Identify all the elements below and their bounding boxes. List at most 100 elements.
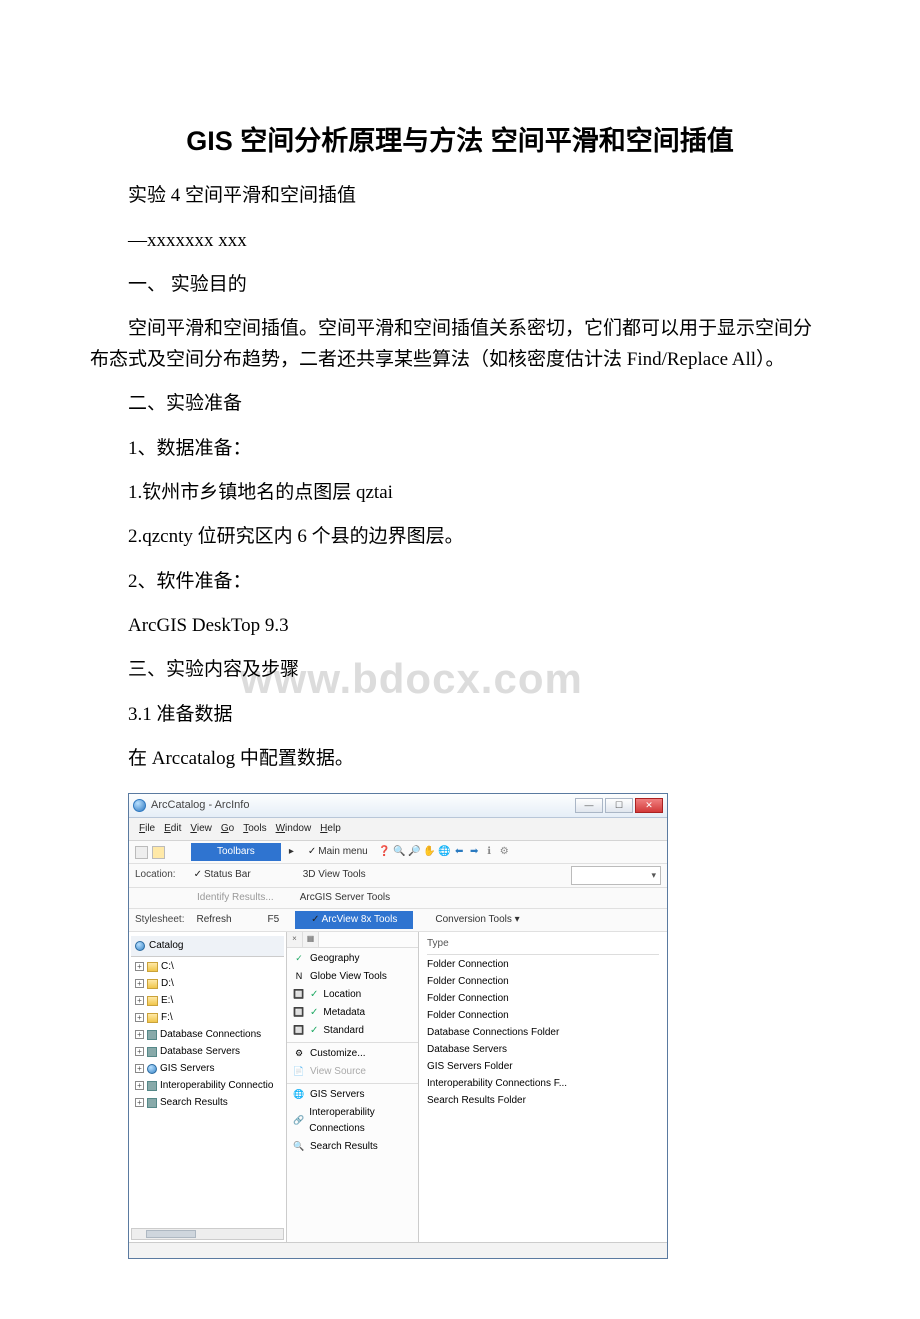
search-icon xyxy=(147,1098,157,1108)
menu-view[interactable]: View xyxy=(190,821,212,837)
menu-help[interactable]: Help xyxy=(320,821,341,837)
menu-bar[interactable]: File Edit View Go Tools Window Help xyxy=(129,818,667,841)
menu-item[interactable]: 🔲✓ Standard xyxy=(287,1022,418,1040)
arccatalog-window: ArcCatalog - ArcInfo — ☐ ✕ File Edit Vie… xyxy=(128,793,668,1259)
menu-go[interactable]: Go xyxy=(221,821,234,837)
list-item[interactable]: Database Servers xyxy=(427,1042,659,1058)
catalog-tree[interactable]: Catalog +C:\ +D:\ +E:\ +F:\ +Database Co… xyxy=(129,932,287,1242)
menu-edit[interactable]: Edit xyxy=(164,821,181,837)
minimize-button[interactable]: — xyxy=(575,798,603,813)
tree-item[interactable]: +E:\ xyxy=(135,993,284,1009)
status-bar xyxy=(129,1242,667,1258)
catalog-root[interactable]: Catalog xyxy=(149,938,183,954)
location-dropdown[interactable] xyxy=(571,866,661,884)
tree-item[interactable]: +C:\ xyxy=(135,959,284,975)
server-tools-item[interactable]: ArcGIS Server Tools xyxy=(300,890,390,906)
tree-item[interactable]: +Database Servers xyxy=(135,1044,284,1060)
column-header-type[interactable]: Type xyxy=(427,936,659,955)
list-item[interactable]: Interoperability Connections F... xyxy=(427,1076,659,1092)
list-item[interactable]: Database Connections Folder xyxy=(427,1025,659,1041)
paragraph: —xxxxxxx xxx xyxy=(90,226,830,256)
folder-icon xyxy=(147,979,158,989)
menu-window[interactable]: Window xyxy=(276,821,312,837)
tree-item[interactable]: +F:\ xyxy=(135,1010,284,1026)
menu-file[interactable]: File xyxy=(139,821,155,837)
tab-button[interactable]: ▦ xyxy=(303,932,319,947)
tree-item[interactable]: +Search Results xyxy=(135,1095,284,1111)
hand-icon[interactable]: ✋ xyxy=(423,846,436,859)
menu-item[interactable]: 🔲✓ Metadata xyxy=(287,1004,418,1022)
list-item[interactable]: Folder Connection xyxy=(427,974,659,990)
list-item[interactable]: Folder Connection xyxy=(427,1008,659,1024)
folder-icon xyxy=(147,1013,158,1023)
tree-item[interactable]: +GIS Servers xyxy=(135,1061,284,1077)
window-title: ArcCatalog - ArcInfo xyxy=(151,797,249,815)
toolbar-row: Toolbars ▸ Main menu ❓ 🔍 🔎 ✋ 🌐 ⬅ ➡ ℹ ⚙ xyxy=(129,841,667,864)
menu-item[interactable]: 🔍Search Results xyxy=(287,1138,418,1156)
globe-icon xyxy=(147,1064,157,1074)
horizontal-scrollbar[interactable] xyxy=(131,1228,284,1240)
back-icon[interactable]: ⬅ xyxy=(453,846,466,859)
maximize-button[interactable]: ☐ xyxy=(605,798,633,813)
menu-item[interactable]: NGlobe View Tools xyxy=(287,968,418,986)
globe-nav-icon[interactable]: 🌐 xyxy=(438,846,451,859)
conversion-tools-dropdown[interactable]: Conversion Tools ▾ xyxy=(435,912,519,928)
tree-item[interactable]: +D:\ xyxy=(135,976,284,992)
paragraph: 一、 实验目的 xyxy=(90,270,830,300)
paragraph: 实验 4 空间平滑和空间插值 xyxy=(90,181,830,211)
content-list: Type Folder Connection Folder Connection… xyxy=(419,932,667,1242)
catalog-icon xyxy=(135,941,145,951)
paragraph: ArcGIS DeskTop 9.3 xyxy=(90,611,830,641)
info-icon[interactable]: ℹ xyxy=(483,846,496,859)
list-item[interactable]: GIS Servers Folder xyxy=(427,1059,659,1075)
window-titlebar: ArcCatalog - ArcInfo — ☐ ✕ xyxy=(129,794,667,819)
tree-item[interactable]: +Database Connections xyxy=(135,1027,284,1043)
page-title: GIS 空间分析原理与方法 空间平滑和空间插值 xyxy=(90,120,830,163)
folder-icon xyxy=(147,996,158,1006)
menu-item[interactable]: 🔲✓ Location xyxy=(287,986,418,1004)
paragraph: 1.钦州市乡镇地名的点图层 qztai xyxy=(90,478,830,508)
database-icon xyxy=(147,1047,157,1057)
list-item[interactable]: Folder Connection xyxy=(427,957,659,973)
paragraph: 空间平滑和空间插值。空间平滑和空间插值关系密切，它们都可以用于显示空间分布态式及… xyxy=(90,314,830,375)
close-button[interactable]: ✕ xyxy=(635,798,663,813)
interop-icon xyxy=(147,1081,157,1091)
tree-item[interactable]: +Interoperability Connectio xyxy=(135,1078,284,1094)
toolbars-item-selected[interactable]: Toolbars xyxy=(191,843,281,861)
threed-tools-item[interactable]: 3D View Tools xyxy=(303,867,366,883)
zoom-in-icon[interactable]: 🔍 xyxy=(393,846,406,859)
paragraph: 三、实验内容及步骤 xyxy=(90,655,830,685)
menu-item[interactable]: 🌐GIS Servers xyxy=(287,1083,418,1104)
tool-icon[interactable]: ⚙ xyxy=(498,846,511,859)
list-item[interactable]: Search Results Folder xyxy=(427,1093,659,1109)
database-icon xyxy=(147,1030,157,1040)
toolbar-row: Location: Status Bar 3D View Tools xyxy=(129,864,667,887)
menu-item[interactable]: 🔗Interoperability Connections xyxy=(287,1104,418,1138)
status-bar-item[interactable]: Status Bar xyxy=(194,867,251,883)
help-cursor-icon[interactable]: ❓ xyxy=(378,846,391,859)
list-item[interactable]: Folder Connection xyxy=(427,991,659,1007)
tool-icon[interactable] xyxy=(135,846,148,859)
toolbar-row: Identify Results... ArcGIS Server Tools xyxy=(129,888,667,909)
toolbars-submenu: × ▦ ✓Geography NGlobe View Tools 🔲✓ Loca… xyxy=(287,932,419,1242)
tab-button[interactable]: × xyxy=(287,932,303,947)
menu-item-disabled: 📄View Source xyxy=(287,1063,418,1081)
main-menu-item[interactable]: Main menu xyxy=(308,844,368,860)
refresh-item[interactable]: Refresh xyxy=(196,912,231,928)
stylesheet-label: Stylesheet: xyxy=(135,912,184,928)
paragraph: 2、软件准备： xyxy=(90,567,830,597)
zoom-out-icon[interactable]: 🔎 xyxy=(408,846,421,859)
folder-icon xyxy=(147,962,158,972)
menu-tools[interactable]: Tools xyxy=(243,821,266,837)
menu-item[interactable]: ⚙Customize... xyxy=(287,1042,418,1063)
paragraph: 2.qzcnty 位研究区内 6 个县的边界图层。 xyxy=(90,522,830,552)
paragraph: 1、数据准备： xyxy=(90,434,830,464)
forward-icon[interactable]: ➡ xyxy=(468,846,481,859)
toolbar-row: Stylesheet: Refresh F5 ArcView 8x Tools … xyxy=(129,909,667,932)
arcview-tools-selected[interactable]: ArcView 8x Tools xyxy=(295,911,413,929)
paragraph: 在 Arccatalog 中配置数据。 xyxy=(90,744,830,774)
globe-icon xyxy=(133,799,146,812)
folder-icon[interactable] xyxy=(152,846,165,859)
menu-item[interactable]: ✓Geography xyxy=(287,950,418,968)
paragraph: 3.1 准备数据 xyxy=(90,700,830,730)
